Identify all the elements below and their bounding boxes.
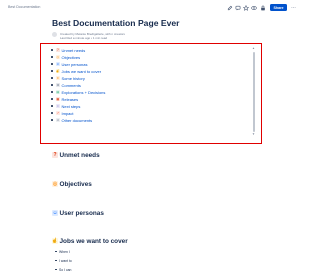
bullet xyxy=(51,70,53,72)
bullet xyxy=(51,98,53,100)
share-button[interactable]: Share xyxy=(270,4,287,11)
toc-link[interactable]: Comments xyxy=(61,83,80,88)
footprints-icon: • xyxy=(55,103,60,109)
heading-text: User personas xyxy=(59,209,104,217)
chart-icon: ↗ xyxy=(55,110,60,116)
toc-item-next-steps[interactable]: • Next steps xyxy=(51,103,80,109)
scrollbar-thumb[interactable] xyxy=(252,52,255,132)
scroll-up-arrow[interactable]: ▲ xyxy=(252,47,255,50)
top-bar: Best Documentation Share … xyxy=(0,0,300,14)
bullet xyxy=(51,84,53,86)
people-icon: ☺ xyxy=(52,210,58,216)
toc-item-some-history[interactable]: ≡ Some history xyxy=(51,75,85,81)
toc-item-releases[interactable]: ▦ Releases xyxy=(51,96,78,102)
heading-text: Objectives xyxy=(59,180,92,188)
toc-item-objectives[interactable]: ◎ Objectives xyxy=(51,54,80,60)
pointing-hand-icon: ☝ xyxy=(55,68,60,74)
bullet xyxy=(51,91,53,93)
book-icon: ≡ xyxy=(55,75,60,81)
bullet xyxy=(55,268,57,271)
toc-item-user-personas[interactable]: ☺ User personas xyxy=(51,61,88,67)
map-icon: ▤ xyxy=(55,89,60,95)
toc-link[interactable]: Other documents xyxy=(61,118,92,123)
bullet xyxy=(51,77,53,79)
avatar[interactable] xyxy=(52,32,57,37)
bullet xyxy=(51,56,53,58)
pointing-hand-icon: ☝ xyxy=(51,238,59,244)
heading-jobs: ☝ Jobs we want to cover xyxy=(52,236,128,246)
toc-link[interactable]: Some history xyxy=(61,76,84,81)
bullet xyxy=(51,105,53,107)
toc-item-unmet-needs[interactable]: ? Unmet needs xyxy=(51,47,85,53)
list-item-text: I want to xyxy=(58,258,72,263)
toc-link[interactable]: Releases xyxy=(61,97,78,102)
list-item: So I can xyxy=(55,267,71,272)
toc-item-impact[interactable]: ↗ Impact xyxy=(51,110,74,116)
page-title: Best Documentation Page Ever xyxy=(52,18,180,28)
toc-link[interactable]: Objectives xyxy=(61,55,80,60)
scroll-down-arrow[interactable]: ▼ xyxy=(252,133,255,136)
toc-item-comments[interactable]: •• Comments xyxy=(51,82,81,88)
toc-link[interactable]: Explorations + Decisions xyxy=(61,90,105,95)
watch-icon[interactable] xyxy=(251,5,257,11)
star-icon[interactable] xyxy=(243,5,249,11)
toc-link[interactable]: Jobs we want to cover xyxy=(61,69,101,74)
question-mark-icon: ? xyxy=(55,47,60,53)
list-item-text: When I xyxy=(58,249,70,254)
toc-link[interactable]: User personas xyxy=(61,62,87,67)
eyes-icon: •• xyxy=(55,82,60,88)
toc-item-explorations[interactable]: ▤ Explorations + Decisions xyxy=(51,89,105,95)
heading-unmet-needs: ? Unmet needs xyxy=(52,150,100,160)
heading-objectives: ◎ Objectives xyxy=(52,179,92,189)
list-item: When I xyxy=(55,249,70,254)
target-icon: ◎ xyxy=(55,54,60,60)
people-icon: ☺ xyxy=(55,61,60,67)
calendar-icon: ▦ xyxy=(55,96,60,102)
bullet xyxy=(51,49,53,51)
link-icon: ∞ xyxy=(55,117,60,123)
last-updated: Last Red a minute ago • 1 min read xyxy=(60,35,108,40)
toc-item-other-documents[interactable]: ∞ Other documents xyxy=(51,117,92,123)
list-item: I want to xyxy=(55,258,72,263)
breadcrumb[interactable]: Best Documentation xyxy=(8,5,40,9)
question-mark-icon: ? xyxy=(52,152,58,158)
bullet xyxy=(51,112,53,114)
target-icon: ◎ xyxy=(52,181,58,187)
restrict-icon[interactable] xyxy=(260,5,266,11)
toc-link[interactable]: Unmet needs xyxy=(61,48,85,53)
heading-text: Unmet needs xyxy=(59,151,100,159)
toc-link[interactable]: Next steps xyxy=(61,104,80,109)
bullet xyxy=(55,259,57,262)
bullet xyxy=(51,119,53,121)
edit-icon[interactable] xyxy=(227,5,233,11)
more-actions-button[interactable]: … xyxy=(291,4,296,10)
heading-user-personas: ☺ User personas xyxy=(52,208,104,218)
comment-icon[interactable] xyxy=(235,5,241,11)
toc-link[interactable]: Impact xyxy=(61,111,73,116)
list-item-text: So I can xyxy=(58,267,72,272)
bullet xyxy=(55,250,57,253)
bullet xyxy=(51,63,53,65)
toc-item-jobs[interactable]: ☝ Jobs we want to cover xyxy=(51,68,101,74)
heading-text: Jobs we want to cover xyxy=(59,237,128,245)
